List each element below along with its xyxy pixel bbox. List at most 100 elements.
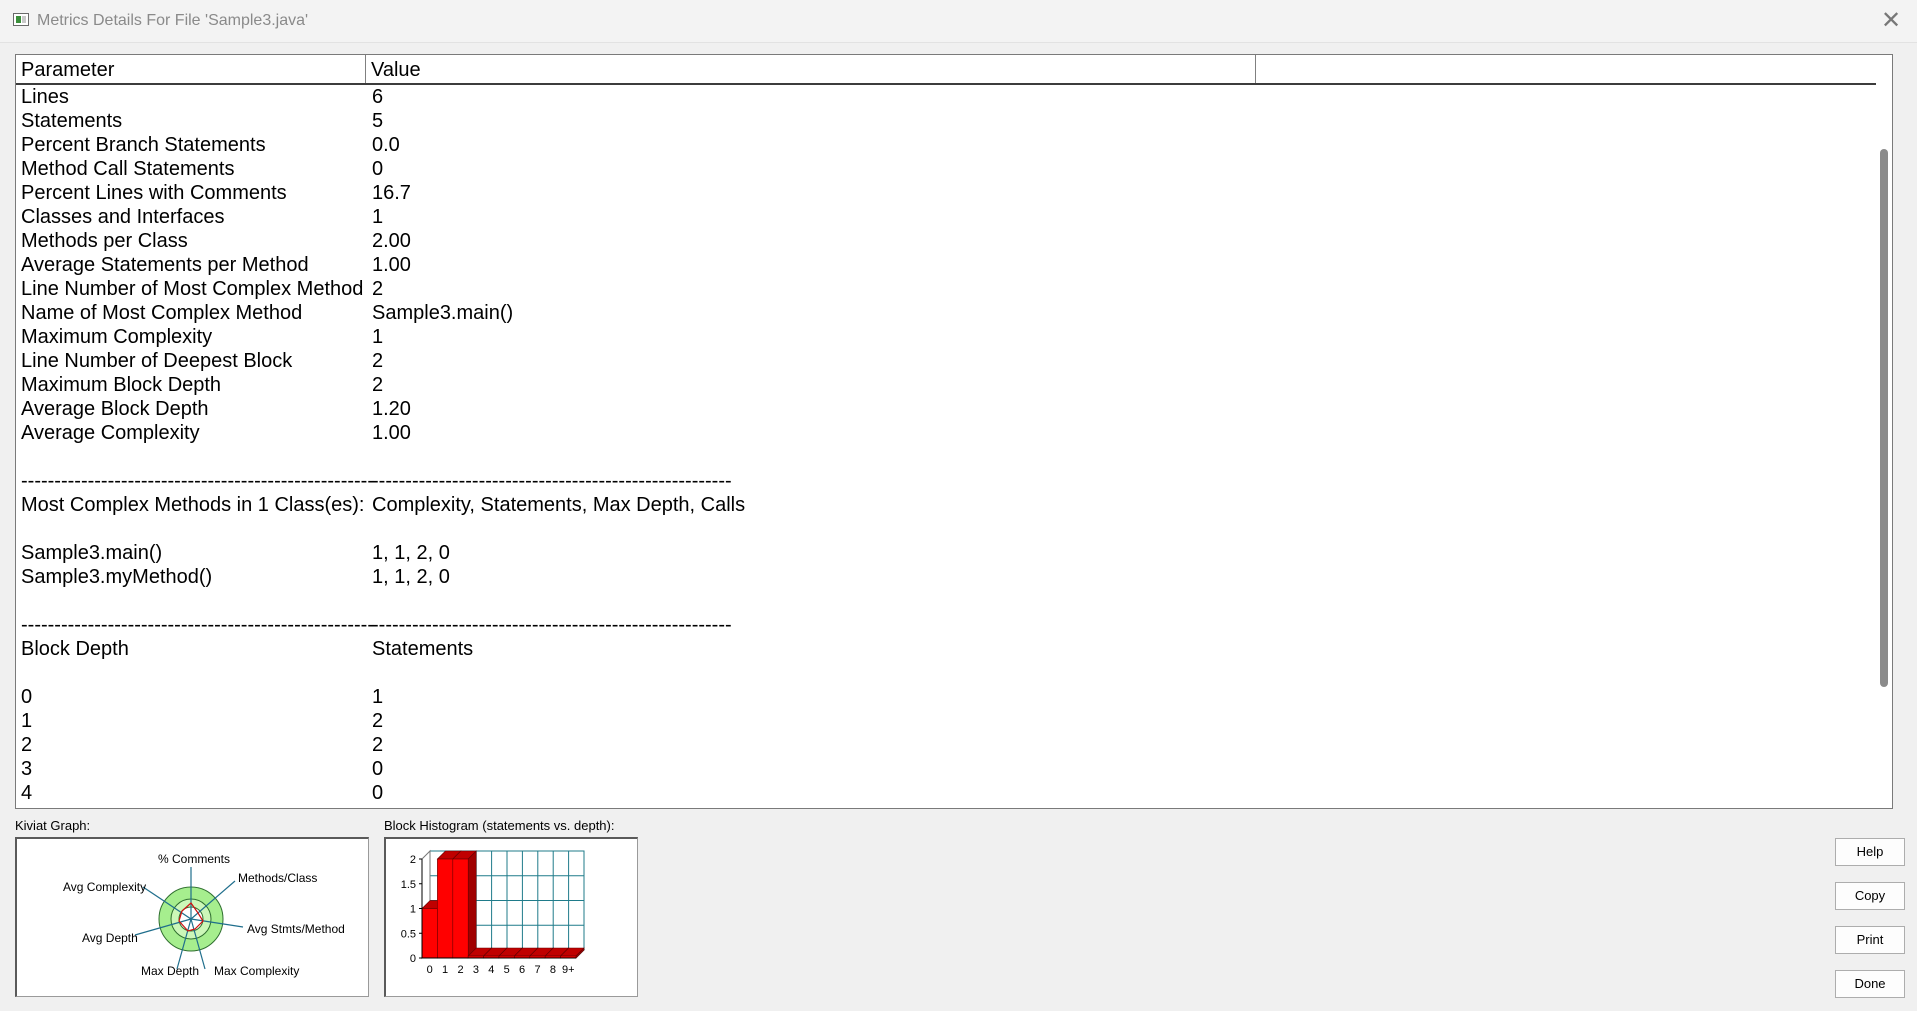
axis-label-avg-depth: Avg Depth (82, 931, 138, 945)
parameter-cell: Most Complex Methods in 1 Class(es): (21, 494, 365, 516)
x-tick-label-0: 0 (427, 964, 433, 976)
table-row[interactable] (16, 661, 1892, 685)
copy-button[interactable]: Copy (1835, 882, 1905, 910)
value-cell: 2 (372, 374, 384, 396)
table-row[interactable]: Method Call Statements 0 (16, 157, 1892, 181)
value-cell: 1 (372, 206, 384, 228)
value-cell: 0 (372, 158, 384, 180)
table-row[interactable]: Classes and Interfaces 1 (16, 205, 1892, 229)
value-cell: 2 (372, 278, 384, 300)
y-tick-label-2: 1 (410, 904, 416, 916)
axis-label-avg-stmts-method: Avg Stmts/Method (247, 922, 345, 936)
table-row[interactable]: Methods per Class 2.00 (16, 229, 1892, 253)
block-histogram-label: Block Histogram (statements vs. depth): (384, 818, 615, 833)
table-row[interactable]: Statements 5 (16, 109, 1892, 133)
value-cell: 0.0 (372, 134, 400, 156)
value-cell: Complexity, Statements, Max Depth, Calls (372, 494, 746, 516)
value-cell: 2 (372, 734, 384, 756)
parameter-cell: Average Block Depth (21, 398, 209, 420)
x-tick-label-2: 2 (457, 964, 463, 976)
scrollbar-thumb[interactable] (1880, 149, 1888, 687)
window-title: Metrics Details For File 'Sample3.java' (37, 12, 309, 29)
axis-label-methods-class: Methods/Class (238, 871, 317, 885)
table-row[interactable]: Line Number of Deepest Block 2 (16, 349, 1892, 373)
parameter-cell: Percent Branch Statements (21, 134, 266, 156)
parameter-cell: Block Depth (21, 638, 129, 660)
x-tick-label-1: 1 (442, 964, 448, 976)
block-histogram-svg: 00.511.520 1 2 3 4 5 6 7 8 9+ (401, 849, 586, 976)
x-tick-label-5: 5 (504, 964, 510, 976)
bar-side-2 (467, 850, 477, 959)
table-row[interactable] (16, 517, 1892, 541)
table-row[interactable]: 12 (16, 709, 1892, 733)
axis-label-max-complexity: Max Complexity (214, 964, 299, 978)
parameter-cell: Maximum Block Depth (21, 374, 222, 396)
x-tick-label-6: 6 (519, 964, 525, 976)
value-cell: 1.20 (372, 398, 411, 420)
table-row[interactable]: Name of Most Complex Method Sample3.main(… (16, 301, 1892, 325)
parameter-cell: Average Statements per Method (21, 254, 309, 276)
parameter-cell: Sample3.main() (21, 542, 163, 564)
parameter-cell: Classes and Interfaces (21, 206, 225, 228)
table-row[interactable]: Average Statements per Method 1.00 (16, 253, 1892, 277)
bar-2 (452, 858, 469, 959)
parameter-cell: ----------------------------------------… (21, 614, 374, 636)
value-cell: 1 (372, 686, 384, 708)
parameter-cell: Methods per Class (21, 230, 188, 252)
table-row[interactable] (16, 445, 1892, 469)
table-row[interactable]: Maximum Block Depth 2 (16, 373, 1892, 397)
bar-1 (437, 858, 454, 959)
help-button[interactable]: Help (1835, 838, 1905, 866)
title-bar: Metrics Details For File 'Sample3.java' … (0, 0, 1917, 43)
parameter-cell: Percent Lines with Comments (21, 182, 287, 204)
parameter-cell: Average Complexity (21, 422, 200, 444)
table-row[interactable]: Lines 6 (16, 85, 1892, 109)
parameter-cell: Method Call Statements (21, 158, 235, 180)
parameter-cell: Maximum Complexity (21, 326, 213, 348)
value-cell: ----------------------------------------… (372, 614, 732, 636)
table-row[interactable]: Percent Lines with Comments 16.7 (16, 181, 1892, 205)
metrics-table[interactable]: Parameter Value Lines 6 Statements 5 Percent… (15, 54, 1893, 809)
value-cell: 1 (372, 326, 384, 348)
app-window-icon (13, 13, 29, 26)
value-cell: 2.00 (372, 230, 411, 252)
table-row[interactable]: Percent Branch Statements 0.0 (16, 133, 1892, 157)
done-button[interactable]: Done (1835, 970, 1905, 998)
print-button[interactable]: Print (1835, 926, 1905, 954)
close-button[interactable]: ✕ (1879, 9, 1903, 33)
value-cell: 6 (372, 86, 384, 108)
table-row[interactable]: Average Block Depth 1.20 (16, 397, 1892, 421)
table-row[interactable]: Line Number of Most Complex Method 2 (16, 277, 1892, 301)
table-row[interactable]: 40 (16, 781, 1892, 805)
table-row[interactable]: Block Depth Statements (16, 637, 1892, 661)
x-tick-label-8: 8 (550, 964, 556, 976)
table-row[interactable]: ----------------------------------------… (16, 469, 1892, 493)
table-header: Parameter Value (16, 55, 1892, 85)
kiviat-graph: % Comments Methods/Class Avg Stmts/Metho… (15, 837, 369, 997)
value-cell: 0 (372, 758, 384, 780)
bar-0 (421, 908, 438, 959)
table-row[interactable]: 30 (16, 757, 1892, 781)
column-header-parameter[interactable]: Parameter (16, 55, 366, 83)
x-tick-label-7: 7 (534, 964, 540, 976)
table-row[interactable]: Sample3.myMethod() 1, 1, 2, 0 (16, 565, 1892, 589)
column-header-value[interactable]: Value (366, 55, 1256, 83)
vertical-scrollbar[interactable] (1876, 55, 1892, 808)
value-cell: 5 (372, 110, 384, 132)
table-row[interactable]: Maximum Complexity 1 (16, 325, 1892, 349)
kiviat-graph-label: Kiviat Graph: (15, 818, 91, 833)
table-row[interactable]: Sample3.main() 1, 1, 2, 0 (16, 541, 1892, 565)
table-row[interactable]: Average Complexity 1.00 (16, 421, 1892, 445)
parameter-cell: Line Number of Deepest Block (21, 350, 293, 372)
table-row[interactable] (16, 589, 1892, 613)
parameter-cell: 2 (21, 734, 33, 756)
table-row[interactable]: ----------------------------------------… (16, 613, 1892, 637)
table-row[interactable]: Most Complex Methods in 1 Class(es): Comp… (16, 493, 1892, 517)
value-cell: Statements (372, 638, 474, 660)
parameter-cell: Statements (21, 110, 123, 132)
table-row[interactable]: 01 (16, 685, 1892, 709)
kiviat-graph-svg: % Comments Methods/Class Avg Stmts/Metho… (63, 852, 345, 978)
table-row[interactable]: 22 (16, 733, 1892, 757)
parameter-cell: Name of Most Complex Method (21, 302, 303, 324)
value-cell: ----------------------------------------… (372, 470, 732, 492)
